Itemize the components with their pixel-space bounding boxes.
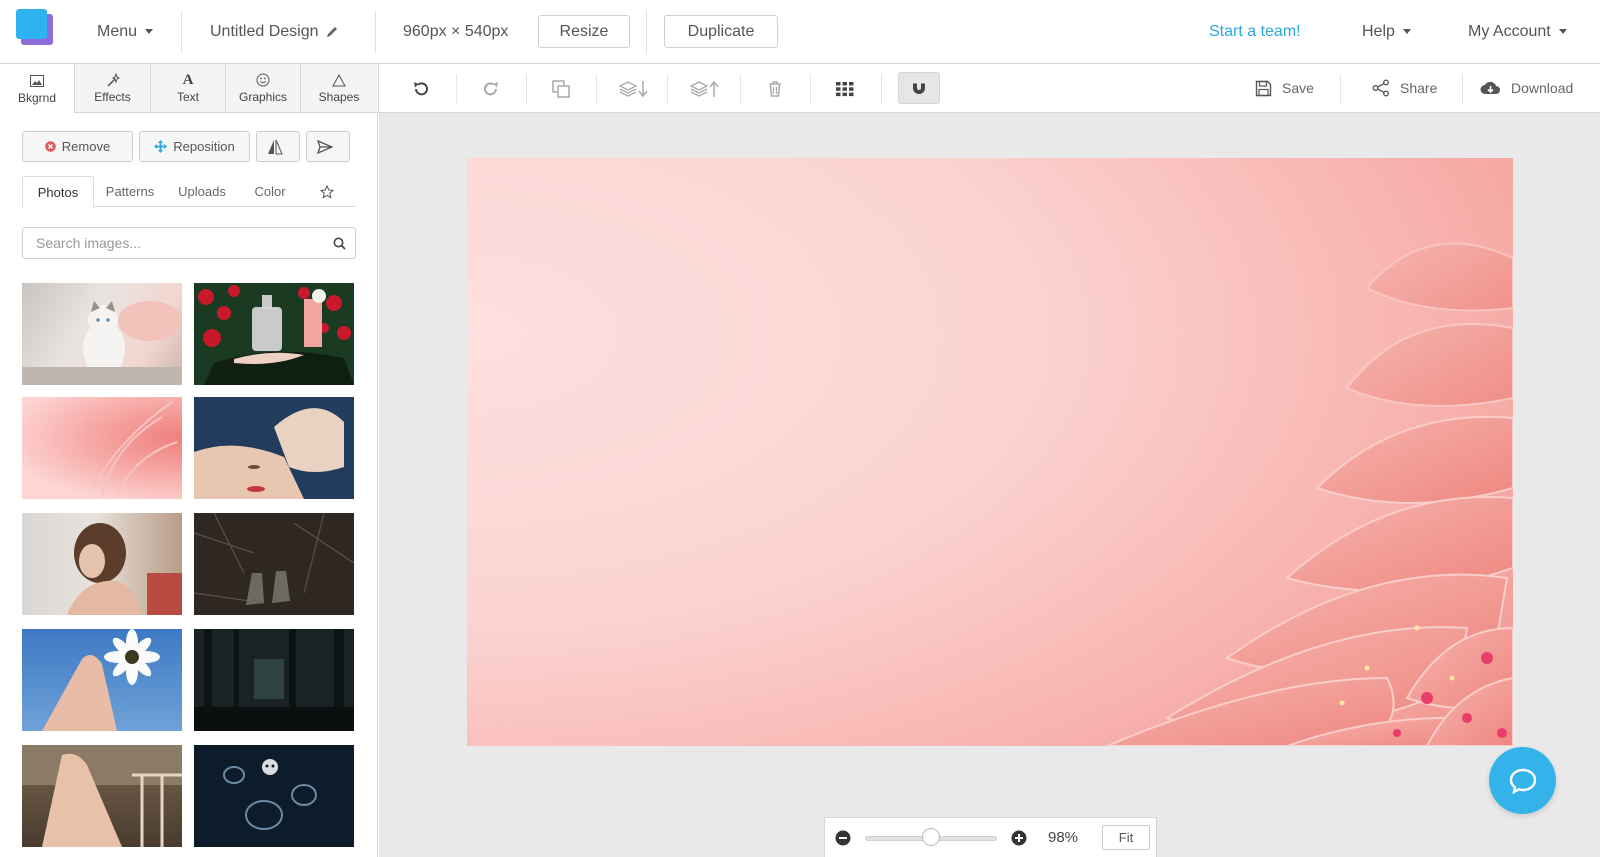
background-panel: Remove Reposition Photos Patterns Upload… <box>0 113 378 857</box>
tool-tabs: Bkgrnd Effects A Text Graphics Shapes <box>0 64 378 113</box>
help-caret-icon <box>1402 29 1411 34</box>
zoom-in-icon[interactable] <box>1011 830 1027 846</box>
tab-background-label: Bkgrnd <box>17 90 57 105</box>
send-icon <box>317 139 333 154</box>
tab-uploads[interactable]: Uploads <box>166 176 238 207</box>
redo-icon[interactable] <box>477 76 505 102</box>
layer-up-icon[interactable] <box>688 76 722 102</box>
chat-button[interactable] <box>1489 747 1556 814</box>
account-caret-icon <box>1558 29 1567 34</box>
tab-text-label: Text <box>176 90 199 104</box>
send-button[interactable] <box>306 131 350 162</box>
duplicate-button[interactable]: Duplicate <box>664 15 778 48</box>
canvas-workspace <box>379 113 1600 857</box>
woman-curly-hair-photo-thumbnail[interactable] <box>22 513 182 615</box>
zoom-percentage: 98% <box>1048 829 1079 846</box>
chat-bubble-icon <box>1509 768 1536 794</box>
flower-background-image <box>1106 242 1513 746</box>
tab-shapes[interactable]: Shapes <box>301 64 377 112</box>
tab-effects-label: Effects <box>94 90 131 104</box>
woman-face-hand-photo-thumbnail[interactable] <box>194 397 354 499</box>
action-toolbar: Save Share Download <box>378 64 1600 113</box>
menu-caret-icon <box>145 29 154 34</box>
save-button[interactable]: Save <box>1255 64 1314 112</box>
account-label: My Account <box>1468 22 1551 40</box>
search-icon[interactable] <box>333 237 346 250</box>
download-label: Download <box>1511 80 1574 96</box>
tab-graphics[interactable]: Graphics <box>226 64 301 112</box>
floppy-disk-icon <box>1255 80 1272 96</box>
download-button[interactable]: Download <box>1480 64 1573 112</box>
tab-shapes-label: Shapes <box>318 90 360 104</box>
background-source-tabs: Photos Patterns Uploads Color <box>22 176 356 208</box>
tab-favorites[interactable] <box>312 176 342 207</box>
magnet-icon <box>913 81 925 94</box>
resize-button[interactable]: Resize <box>538 15 630 48</box>
start-team-link[interactable]: Start a team! <box>1209 0 1301 63</box>
jellyfish-photo-thumbnail[interactable] <box>194 745 354 847</box>
menu-dropdown[interactable]: Menu <box>97 0 154 63</box>
divider <box>646 11 647 53</box>
snap-toggle[interactable] <box>898 72 940 104</box>
fit-button[interactable]: Fit <box>1102 825 1150 850</box>
triangle-icon <box>332 72 346 88</box>
text-icon: A <box>182 71 194 88</box>
tab-photos[interactable]: Photos <box>22 176 94 208</box>
layer-down-icon[interactable] <box>617 76 651 102</box>
pink-flower-photo-thumbnail[interactable] <box>22 397 182 499</box>
remove-icon <box>44 141 56 152</box>
hand-with-daisy-photo-thumbnail[interactable] <box>22 629 182 731</box>
reposition-label: Reposition <box>173 139 235 154</box>
remove-button[interactable]: Remove <box>22 131 133 162</box>
woman-dress-dock-photo-thumbnail[interactable] <box>22 745 182 847</box>
dark-forest-photo-thumbnail[interactable] <box>194 629 354 731</box>
app-logo[interactable] <box>16 9 54 45</box>
account-dropdown[interactable]: My Account <box>1468 0 1567 63</box>
menu-label: Menu <box>97 22 138 40</box>
reposition-button[interactable]: Reposition <box>139 131 250 162</box>
help-label: Help <box>1362 22 1395 40</box>
divider <box>375 11 376 53</box>
share-label: Share <box>1400 80 1438 96</box>
design-title[interactable]: Untitled Design <box>210 0 339 63</box>
tab-effects[interactable]: Effects <box>75 64 151 112</box>
tab-graphics-label: Graphics <box>238 90 288 104</box>
cloud-download-icon <box>1480 81 1500 94</box>
zoom-control: 98% Fit <box>824 817 1157 857</box>
zoom-slider-handle[interactable] <box>922 828 940 846</box>
move-arrows-icon <box>154 140 168 153</box>
smiley-icon <box>256 72 270 88</box>
dimensions-text: 960px × 540px <box>403 22 509 40</box>
search-input[interactable] <box>23 228 323 258</box>
grid-icon[interactable] <box>831 76 859 102</box>
save-label: Save <box>1282 80 1314 96</box>
pencil-icon <box>326 26 337 37</box>
remove-label: Remove <box>61 139 111 154</box>
design-title-text: Untitled Design <box>210 22 319 40</box>
trash-icon[interactable] <box>761 76 789 102</box>
design-canvas[interactable] <box>467 158 1513 746</box>
flip-horizontal-icon <box>268 139 283 154</box>
star-icon <box>320 184 334 199</box>
share-button[interactable]: Share <box>1372 64 1437 112</box>
design-dimensions: 960px × 540px <box>403 0 508 63</box>
zoom-out-icon[interactable] <box>835 830 851 846</box>
tab-patterns[interactable]: Patterns <box>94 176 166 207</box>
boots-in-forest-photo-thumbnail[interactable] <box>194 513 354 615</box>
help-dropdown[interactable]: Help <box>1362 0 1411 63</box>
drink-bottle-photo-thumbnail[interactable] <box>194 283 354 385</box>
tab-background[interactable]: Bkgrnd <box>0 64 75 113</box>
share-icon <box>1372 79 1389 97</box>
wand-icon <box>106 72 120 88</box>
flip-horizontal-button[interactable] <box>256 131 300 162</box>
copy-icon[interactable] <box>547 76 575 102</box>
tab-color[interactable]: Color <box>238 176 302 207</box>
cat-photo-thumbnail[interactable] <box>22 283 182 385</box>
tab-text[interactable]: A Text <box>151 64 226 112</box>
top-bar: Menu Untitled Design 960px × 540px Resiz… <box>0 0 1600 64</box>
image-search <box>22 227 356 259</box>
divider <box>181 11 182 53</box>
undo-icon[interactable] <box>407 76 435 102</box>
image-icon <box>30 73 44 89</box>
